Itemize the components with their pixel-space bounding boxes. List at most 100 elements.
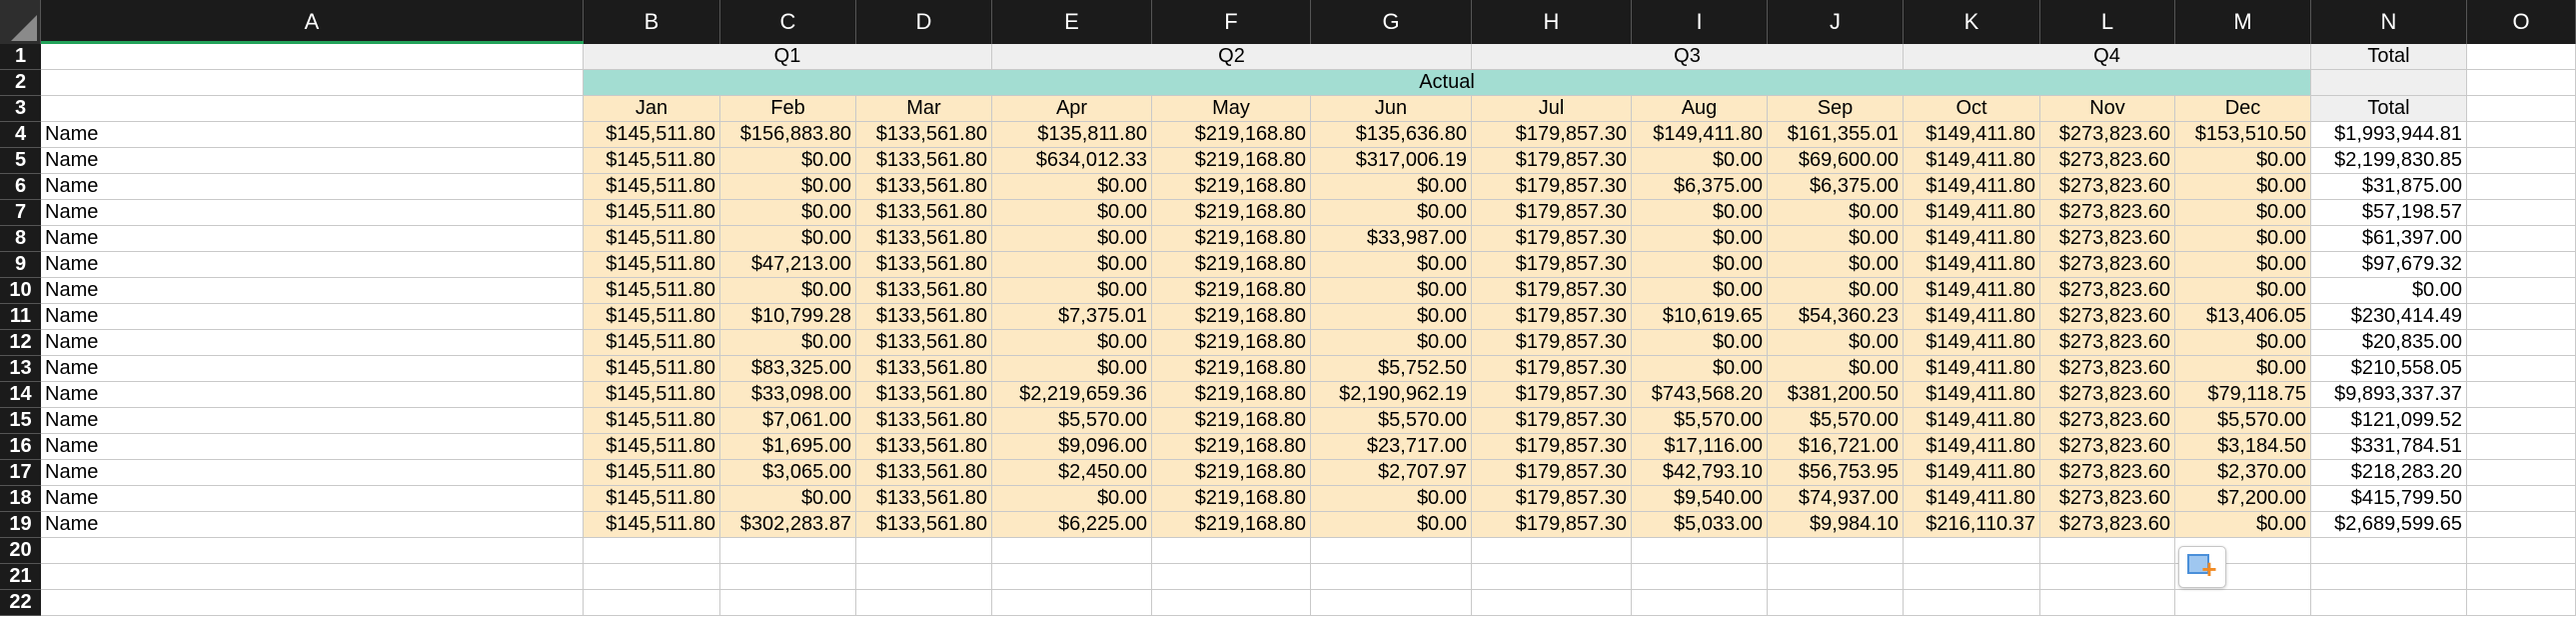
amount-cell-jun[interactable]: $33,987.00 xyxy=(1311,226,1472,252)
amount-cell-dec[interactable]: $7,200.00 xyxy=(2175,486,2311,512)
month-header-dec[interactable]: Dec xyxy=(2175,96,2311,122)
amount-cell-may[interactable]: $219,168.80 xyxy=(1152,200,1311,226)
cell-n2[interactable] xyxy=(2311,70,2467,96)
amount-cell-mar[interactable]: $133,561.80 xyxy=(856,148,992,174)
amount-cell-may[interactable]: $219,168.80 xyxy=(1152,434,1311,460)
month-header-nov[interactable]: Nov xyxy=(2040,96,2175,122)
month-header-sep[interactable]: Sep xyxy=(1768,96,1904,122)
amount-cell-mar[interactable]: $133,561.80 xyxy=(856,174,992,200)
amount-cell-oct[interactable]: $149,411.80 xyxy=(1904,382,2040,408)
empty-cell[interactable] xyxy=(1152,590,1311,616)
column-header-m[interactable]: M xyxy=(2175,0,2311,44)
cell-o1[interactable] xyxy=(2467,44,2576,70)
empty-cell[interactable] xyxy=(1904,538,2040,564)
amount-cell-nov[interactable]: $273,823.60 xyxy=(2040,174,2175,200)
empty-cell[interactable] xyxy=(2467,512,2576,538)
empty-cell[interactable] xyxy=(720,590,856,616)
empty-cell[interactable] xyxy=(2467,538,2576,564)
amount-cell-apr[interactable]: $0.00 xyxy=(992,330,1152,356)
empty-cell[interactable] xyxy=(1311,538,1472,564)
empty-cell[interactable] xyxy=(992,590,1152,616)
amount-cell-jun[interactable]: $2,190,962.19 xyxy=(1311,382,1472,408)
row-total[interactable]: $31,875.00 xyxy=(2311,174,2467,200)
row-total[interactable]: $121,099.52 xyxy=(2311,408,2467,434)
row-total[interactable]: $331,784.51 xyxy=(2311,434,2467,460)
amount-cell-jun[interactable]: $0.00 xyxy=(1311,486,1472,512)
amount-cell-feb[interactable]: $0.00 xyxy=(720,174,856,200)
amount-cell-sep[interactable]: $0.00 xyxy=(1768,330,1904,356)
amount-cell-jun[interactable]: $5,570.00 xyxy=(1311,408,1472,434)
amount-cell-mar[interactable]: $133,561.80 xyxy=(856,512,992,538)
column-header-k[interactable]: K xyxy=(1904,0,2040,44)
amount-cell-may[interactable]: $219,168.80 xyxy=(1152,460,1311,486)
column-header-o[interactable]: O xyxy=(2467,0,2576,44)
amount-cell-sep[interactable]: $161,355.01 xyxy=(1768,122,1904,148)
row-name[interactable]: Name xyxy=(41,486,584,512)
amount-cell-oct[interactable]: $149,411.80 xyxy=(1904,304,2040,330)
amount-cell-oct[interactable]: $149,411.80 xyxy=(1904,122,2040,148)
row-total[interactable]: $57,198.57 xyxy=(2311,200,2467,226)
amount-cell-jul[interactable]: $179,857.30 xyxy=(1472,382,1632,408)
amount-cell-apr[interactable]: $2,450.00 xyxy=(992,460,1152,486)
amount-cell-jan[interactable]: $145,511.80 xyxy=(584,512,720,538)
amount-cell-aug[interactable]: $0.00 xyxy=(1632,252,1768,278)
amount-cell-apr[interactable]: $0.00 xyxy=(992,226,1152,252)
amount-cell-apr[interactable]: $6,225.00 xyxy=(992,512,1152,538)
column-header-e[interactable]: E xyxy=(992,0,1152,44)
column-header-n[interactable]: N xyxy=(2311,0,2467,44)
empty-cell[interactable] xyxy=(2467,382,2576,408)
amount-cell-mar[interactable]: $133,561.80 xyxy=(856,122,992,148)
amount-cell-nov[interactable]: $273,823.60 xyxy=(2040,200,2175,226)
amount-cell-apr[interactable]: $0.00 xyxy=(992,174,1152,200)
quarter-header-q4[interactable]: Q4 xyxy=(1904,44,2311,70)
amount-cell-jan[interactable]: $145,511.80 xyxy=(584,226,720,252)
empty-cell[interactable] xyxy=(41,538,584,564)
month-header-jun[interactable]: Jun xyxy=(1311,96,1472,122)
amount-cell-oct[interactable]: $149,411.80 xyxy=(1904,200,2040,226)
row-header-20[interactable]: 20 xyxy=(0,538,41,564)
amount-cell-may[interactable]: $219,168.80 xyxy=(1152,486,1311,512)
column-header-g[interactable]: G xyxy=(1311,0,1472,44)
amount-cell-dec[interactable]: $5,570.00 xyxy=(2175,408,2311,434)
amount-cell-oct[interactable]: $149,411.80 xyxy=(1904,278,2040,304)
empty-cell[interactable] xyxy=(41,590,584,616)
empty-cell[interactable] xyxy=(992,564,1152,590)
amount-cell-jul[interactable]: $179,857.30 xyxy=(1472,460,1632,486)
row-header-11[interactable]: 11 xyxy=(0,304,41,330)
amount-cell-sep[interactable]: $6,375.00 xyxy=(1768,174,1904,200)
amount-cell-dec[interactable]: $13,406.05 xyxy=(2175,304,2311,330)
empty-cell[interactable] xyxy=(1632,590,1768,616)
amount-cell-feb[interactable]: $1,695.00 xyxy=(720,434,856,460)
amount-cell-aug[interactable]: $0.00 xyxy=(1632,200,1768,226)
amount-cell-nov[interactable]: $273,823.60 xyxy=(2040,382,2175,408)
empty-cell[interactable] xyxy=(2467,486,2576,512)
amount-cell-sep[interactable]: $0.00 xyxy=(1768,200,1904,226)
row-header-18[interactable]: 18 xyxy=(0,486,41,512)
amount-cell-feb[interactable]: $0.00 xyxy=(720,226,856,252)
amount-cell-aug[interactable]: $9,540.00 xyxy=(1632,486,1768,512)
column-header-l[interactable]: L xyxy=(2040,0,2175,44)
amount-cell-nov[interactable]: $273,823.60 xyxy=(2040,226,2175,252)
amount-cell-jun[interactable]: $0.00 xyxy=(1311,278,1472,304)
amount-cell-jun[interactable]: $0.00 xyxy=(1311,304,1472,330)
empty-cell[interactable] xyxy=(2467,330,2576,356)
column-header-j[interactable]: J xyxy=(1768,0,1904,44)
empty-cell[interactable] xyxy=(1768,538,1904,564)
column-header-c[interactable]: C xyxy=(720,0,856,44)
amount-cell-jul[interactable]: $179,857.30 xyxy=(1472,304,1632,330)
row-header-17[interactable]: 17 xyxy=(0,460,41,486)
amount-cell-dec[interactable]: $0.00 xyxy=(2175,148,2311,174)
quarter-header-q3[interactable]: Q3 xyxy=(1472,44,1904,70)
empty-cell[interactable] xyxy=(2467,226,2576,252)
row-total[interactable]: $20,835.00 xyxy=(2311,330,2467,356)
amount-cell-aug[interactable]: $0.00 xyxy=(1632,226,1768,252)
amount-cell-feb[interactable]: $33,098.00 xyxy=(720,382,856,408)
empty-cell[interactable] xyxy=(584,564,720,590)
empty-cell[interactable] xyxy=(2467,408,2576,434)
row-header-5[interactable]: 5 xyxy=(0,148,41,174)
empty-cell[interactable] xyxy=(2467,590,2576,616)
column-header-b[interactable]: B xyxy=(584,0,720,44)
amount-cell-sep[interactable]: $56,753.95 xyxy=(1768,460,1904,486)
amount-cell-nov[interactable]: $273,823.60 xyxy=(2040,252,2175,278)
amount-cell-oct[interactable]: $149,411.80 xyxy=(1904,460,2040,486)
